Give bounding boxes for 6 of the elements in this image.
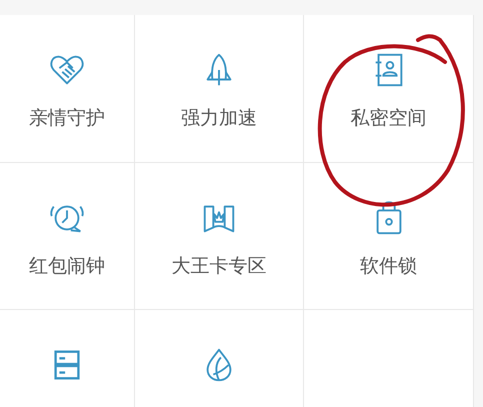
tool-label[interactable]: 强力加速	[181, 105, 257, 131]
tool-label[interactable]: 软件锁	[360, 253, 417, 279]
tool-label[interactable]: 红包闹钟	[29, 253, 105, 279]
tool-label[interactable]: 私密空间	[350, 105, 426, 131]
tool-label[interactable]: 亲情守护	[29, 105, 105, 131]
tool-label[interactable]: 大王卡专区	[172, 253, 266, 279]
